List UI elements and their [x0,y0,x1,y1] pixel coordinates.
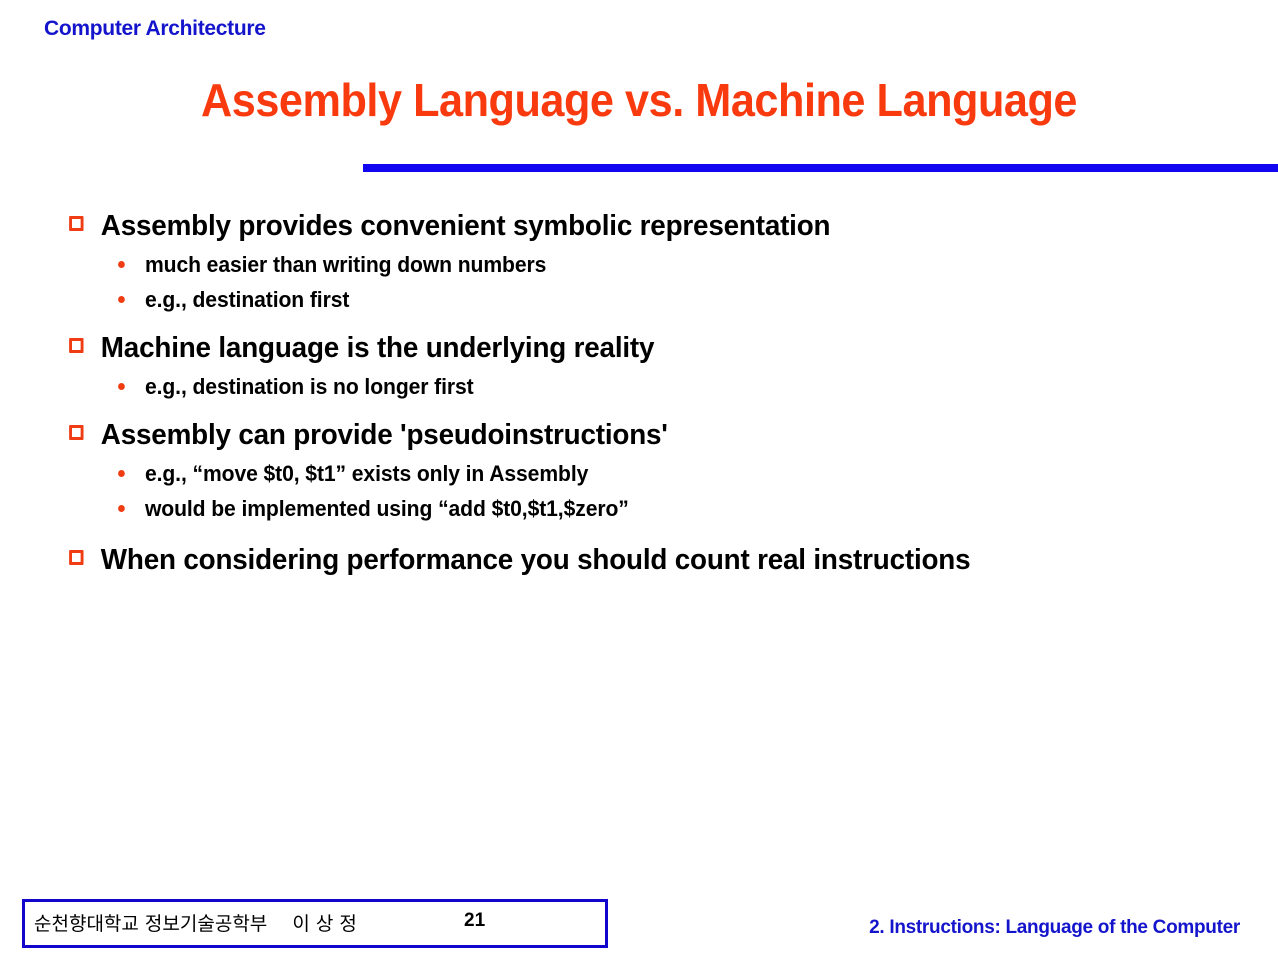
bullet-item-level1: Machine language is the underlying reali… [0,328,1227,368]
bullet-item-level1: When considering performance you should … [0,540,1227,580]
bullet-text: would be implemented using “add $t0,$t1,… [144,496,629,521]
bullet-text: Assembly can provide 'pseudoinstructions… [100,419,668,451]
bullet-item-level2: would be implemented using “add $t0,$t1,… [0,493,1227,525]
slide: Computer Architecture Assembly Language … [0,0,1278,959]
bullet-text: e.g., destination is no longer first [144,374,474,399]
dot-bullet-icon [118,383,125,390]
dot-bullet-icon [118,261,125,268]
bullet-item-level1: Assembly provides convenient symbolic re… [0,206,1227,246]
footer-affiliation: 순천향대학교 정보기술공학부 이 상 정 [34,913,357,935]
title-divider-rule [363,164,1278,172]
body-bullet-list: Assembly provides convenient symbolic re… [0,206,1278,583]
bullet-item-level2: much easier than writing down numbers [0,249,1227,281]
dot-bullet-icon [118,505,125,512]
bullet-text: much easier than writing down numbers [144,252,547,277]
page-title: Assembly Language vs. Machine Language [200,74,1078,126]
square-bullet-icon [69,338,84,353]
page-number: 21 [464,910,486,931]
bullet-item-level2: e.g., “move $t0, $t1” exists only in Ass… [0,458,1227,490]
bullet-text: Machine language is the underlying reali… [100,332,655,364]
bullet-text: When considering performance you should … [100,544,971,576]
square-bullet-icon [69,550,84,565]
dot-bullet-icon [118,470,125,477]
course-header: Computer Architecture [44,17,266,40]
bullet-item-level2: e.g., destination is no longer first [0,371,1227,403]
bullet-text: e.g., “move $t0, $t1” exists only in Ass… [144,461,589,486]
bullet-text: e.g., destination first [144,287,350,312]
bullet-item-level2: e.g., destination first [0,284,1227,316]
bullet-text: Assembly provides convenient symbolic re… [100,210,831,242]
bullet-item-level1: Assembly can provide 'pseudoinstructions… [0,415,1227,455]
footer-chapter-title: 2. Instructions: Language of the Compute… [869,917,1240,938]
square-bullet-icon [69,216,84,231]
square-bullet-icon [69,425,84,440]
dot-bullet-icon [118,296,125,303]
